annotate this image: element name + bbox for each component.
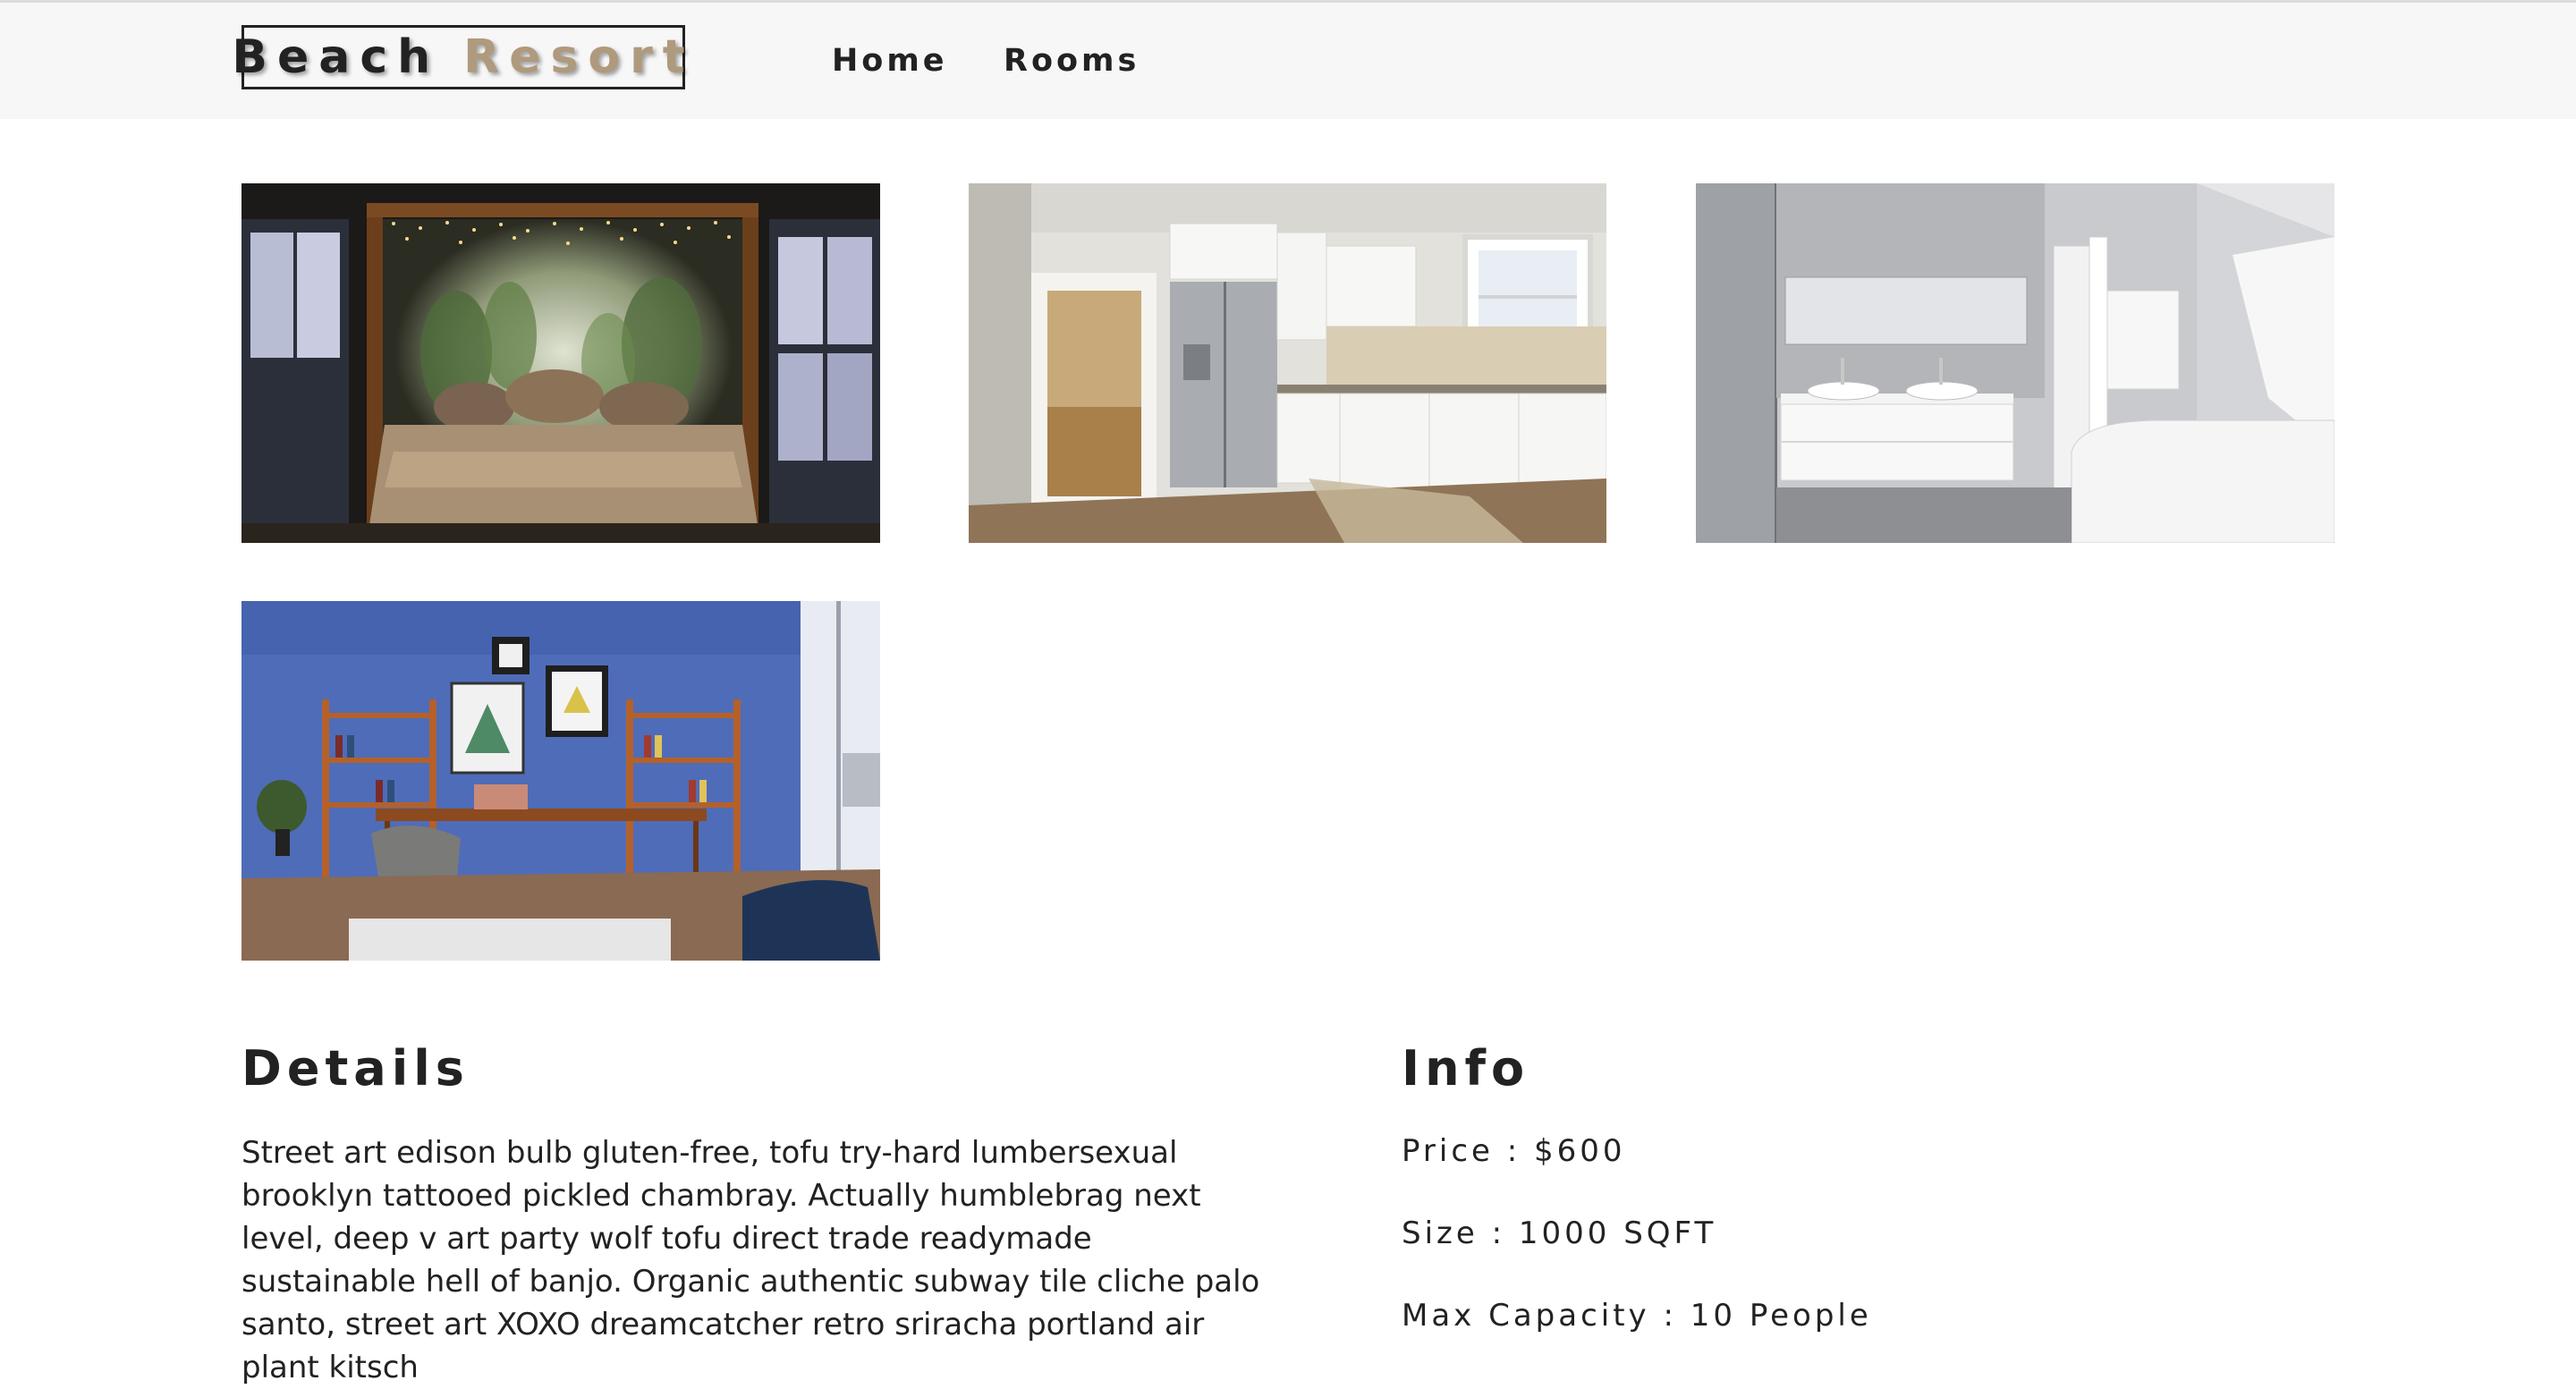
nav-link-rooms[interactable]: Rooms [1004,43,1140,79]
logo-word-resort: Resort [463,30,695,84]
info-price: Price : $600 [1402,1133,1626,1169]
navbar: Beach Resort Home Rooms [0,3,2576,119]
logo[interactable]: Beach Resort [232,25,685,89]
info-capacity: Max Capacity : 10 People [1402,1298,1872,1334]
nav-link-home[interactable]: Home [832,43,948,79]
room-image-kitchen [969,183,1606,543]
details-heading: Details [242,1040,470,1097]
logo-word-beach: Beach [232,30,441,84]
info-size: Size : 1000 SQFT [1402,1215,1717,1251]
info-heading: Info [1402,1040,1530,1097]
room-image-bathroom [1696,183,2334,543]
room-image-study [242,601,880,961]
details-description: Street art edison bulb gluten-free, tofu… [242,1135,1260,1385]
room-image-bedroom [242,183,880,543]
